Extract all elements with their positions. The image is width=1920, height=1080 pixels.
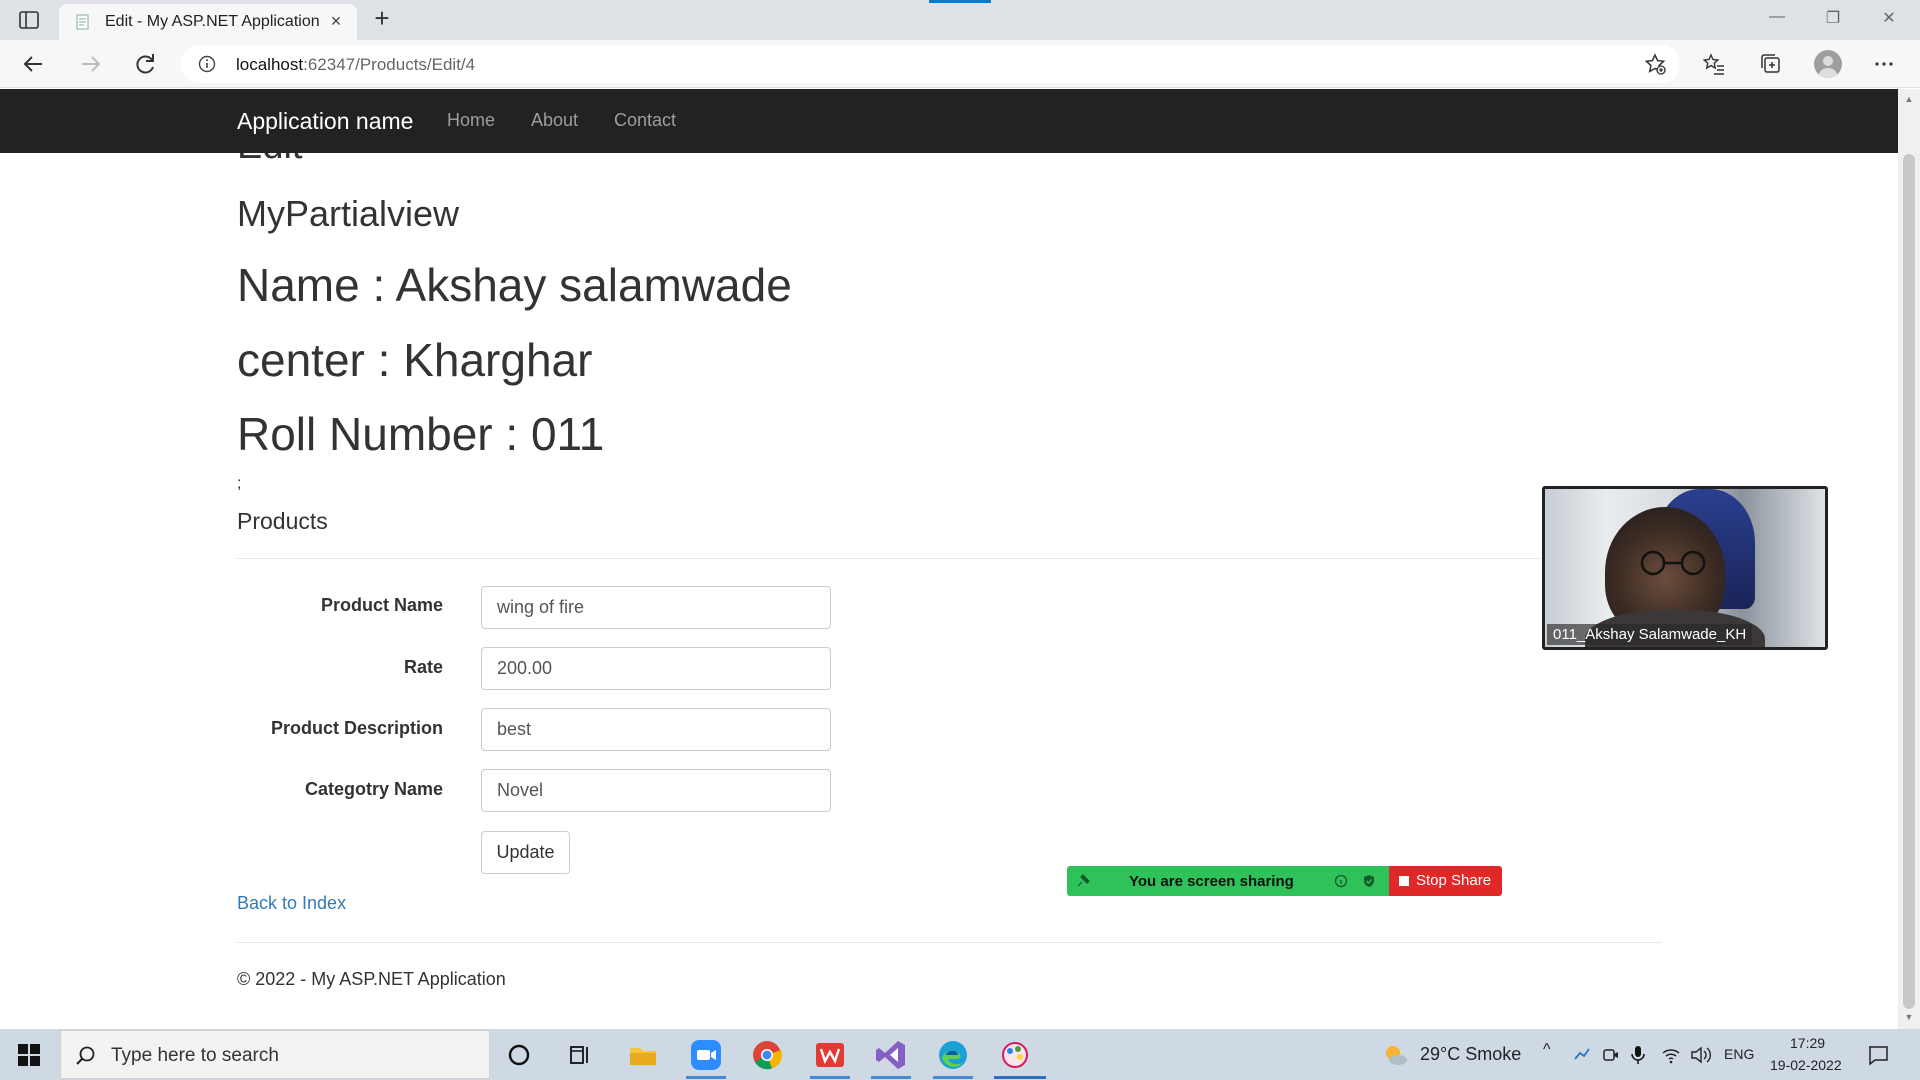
page-favicon-icon bbox=[75, 14, 91, 30]
back-arrow-icon[interactable] bbox=[20, 50, 48, 78]
stray-semicolon: ; bbox=[237, 475, 242, 492]
new-tab-icon[interactable]: + bbox=[370, 5, 394, 31]
product-name-input[interactable] bbox=[481, 586, 831, 629]
stop-share-button[interactable]: Stop Share bbox=[1389, 866, 1502, 896]
glasses-shape bbox=[1640, 550, 1706, 576]
tray-chevron-up-icon[interactable]: ^ bbox=[1543, 1041, 1551, 1059]
drag-indicator bbox=[929, 0, 991, 3]
task-view-icon[interactable] bbox=[563, 1038, 597, 1072]
microphone-icon[interactable] bbox=[1630, 1044, 1646, 1066]
network-share-icon[interactable] bbox=[1572, 1045, 1592, 1065]
tab-close-icon[interactable]: × bbox=[327, 12, 345, 30]
search-placeholder: Type here to search bbox=[111, 1045, 279, 1066]
meet-now-icon[interactable] bbox=[1601, 1045, 1621, 1065]
scroll-down-icon[interactable]: ▼ bbox=[1903, 1011, 1915, 1023]
rate-input[interactable] bbox=[481, 647, 831, 690]
wps-office-icon[interactable] bbox=[813, 1038, 847, 1072]
tab-title: Edit - My ASP.NET Application bbox=[105, 13, 320, 30]
volume-icon[interactable] bbox=[1690, 1045, 1712, 1065]
scroll-thumb[interactable] bbox=[1903, 154, 1915, 1009]
screen-share-bar[interactable]: You are screen sharing Stop Share bbox=[1067, 866, 1502, 896]
page-title: Edit bbox=[237, 153, 302, 168]
product-description-label: Product Description bbox=[270, 718, 443, 738]
tab-actions-icon[interactable] bbox=[18, 10, 42, 30]
browser-tab-bar: Edit - My ASP.NET Application × + — ❐ ✕ bbox=[0, 0, 1920, 40]
paint-app-icon[interactable] bbox=[998, 1038, 1032, 1072]
browser-tab-active[interactable]: Edit - My ASP.NET Application × bbox=[59, 4, 357, 40]
partial-view-title: MyPartialview bbox=[237, 193, 460, 234]
nav-about-link[interactable]: About bbox=[531, 110, 578, 131]
language-indicator[interactable]: ENG bbox=[1724, 1046, 1754, 1062]
edge-running-indicator bbox=[933, 1076, 973, 1079]
vs-running-indicator bbox=[871, 1076, 911, 1079]
profile-avatar[interactable] bbox=[1814, 50, 1842, 78]
restore-icon[interactable]: ❐ bbox=[1818, 8, 1848, 32]
windows-start-icon[interactable] bbox=[18, 1044, 40, 1066]
products-heading: Products bbox=[237, 508, 328, 534]
clock-time[interactable]: 17:29 bbox=[1790, 1035, 1825, 1051]
file-explorer-icon[interactable] bbox=[626, 1038, 660, 1072]
add-favorite-icon[interactable] bbox=[1643, 52, 1667, 76]
stop-square-icon bbox=[1399, 876, 1409, 886]
stop-share-label: Stop Share bbox=[1416, 872, 1492, 889]
scroll-up-icon[interactable]: ▲ bbox=[1903, 93, 1915, 105]
weather-text[interactable]: 29°C Smoke bbox=[1420, 1044, 1521, 1065]
refresh-icon[interactable] bbox=[131, 50, 159, 78]
participant-name: 011_Akshay Salamwade_KH bbox=[1547, 624, 1753, 645]
info-circle-icon[interactable] bbox=[1334, 874, 1348, 888]
back-to-index-link[interactable]: Back to Index bbox=[237, 893, 346, 914]
browser-toolbar: localhost:62347/Products/Edit/4 bbox=[0, 40, 1920, 88]
sharing-indicator[interactable]: You are screen sharing bbox=[1067, 866, 1389, 896]
student-roll-number: Roll Number : 011 bbox=[237, 408, 605, 460]
rate-label: Rate bbox=[403, 657, 443, 677]
brand-link[interactable]: Application name bbox=[237, 108, 413, 135]
footer-copyright: © 2022 - My ASP.NET Application bbox=[237, 969, 506, 989]
wifi-icon[interactable] bbox=[1661, 1045, 1681, 1065]
category-name-input[interactable] bbox=[481, 769, 831, 812]
windows-taskbar: Type here to search 29°C Smoke ^ ENG 17:… bbox=[0, 1029, 1920, 1080]
site-info-icon[interactable] bbox=[198, 55, 216, 73]
student-center: center : Kharghar bbox=[237, 334, 593, 386]
wps-running-indicator bbox=[810, 1076, 850, 1079]
shield-icon[interactable] bbox=[1362, 874, 1376, 888]
chrome-icon[interactable] bbox=[750, 1038, 784, 1072]
search-icon bbox=[76, 1046, 95, 1065]
nav-contact-link[interactable]: Contact bbox=[614, 110, 676, 131]
active-app-indicator bbox=[994, 1076, 1046, 1079]
cortana-icon[interactable] bbox=[502, 1038, 536, 1072]
update-button[interactable]: Update bbox=[481, 831, 570, 874]
clock-date[interactable]: 19-02-2022 bbox=[1770, 1057, 1842, 1073]
product-description-input[interactable] bbox=[481, 708, 831, 751]
url-text[interactable]: localhost:62347/Products/Edit/4 bbox=[236, 55, 475, 75]
category-name-label: Categotry Name bbox=[304, 779, 443, 799]
weather-icon[interactable] bbox=[1381, 1041, 1409, 1069]
site-navbar: Application name Home About Contact bbox=[0, 89, 1898, 153]
minimize-icon[interactable]: — bbox=[1762, 8, 1792, 32]
nav-home-link[interactable]: Home bbox=[447, 110, 495, 131]
taskbar-search-box[interactable]: Type here to search bbox=[60, 1030, 490, 1079]
url-path: :62347/Products/Edit/4 bbox=[303, 55, 476, 74]
more-options-icon[interactable] bbox=[1872, 52, 1896, 76]
divider bbox=[237, 558, 1541, 559]
notifications-icon[interactable] bbox=[1866, 1043, 1890, 1067]
visual-studio-icon[interactable] bbox=[874, 1038, 908, 1072]
zoom-app-icon[interactable] bbox=[689, 1038, 723, 1072]
favorites-icon[interactable] bbox=[1702, 52, 1726, 76]
page-scrollbar[interactable]: ▲ ▼ bbox=[1898, 89, 1920, 1029]
zoom-running-indicator bbox=[686, 1076, 726, 1079]
url-host: localhost bbox=[236, 55, 304, 74]
edge-icon[interactable] bbox=[936, 1038, 970, 1072]
footer-divider bbox=[237, 942, 1662, 943]
collections-icon[interactable] bbox=[1759, 52, 1783, 76]
forward-arrow-icon[interactable] bbox=[76, 50, 104, 78]
participant-video-tile[interactable]: 011_Akshay Salamwade_KH bbox=[1542, 486, 1828, 650]
product-name-label: Product Name bbox=[320, 595, 443, 615]
student-name: Name : Akshay salamwade bbox=[237, 259, 792, 311]
address-bar[interactable]: localhost:62347/Products/Edit/4 bbox=[180, 45, 1680, 83]
window-close-icon[interactable]: ✕ bbox=[1874, 8, 1904, 32]
pin-icon[interactable] bbox=[1075, 873, 1091, 889]
sharing-status-text: You are screen sharing bbox=[1129, 873, 1294, 890]
